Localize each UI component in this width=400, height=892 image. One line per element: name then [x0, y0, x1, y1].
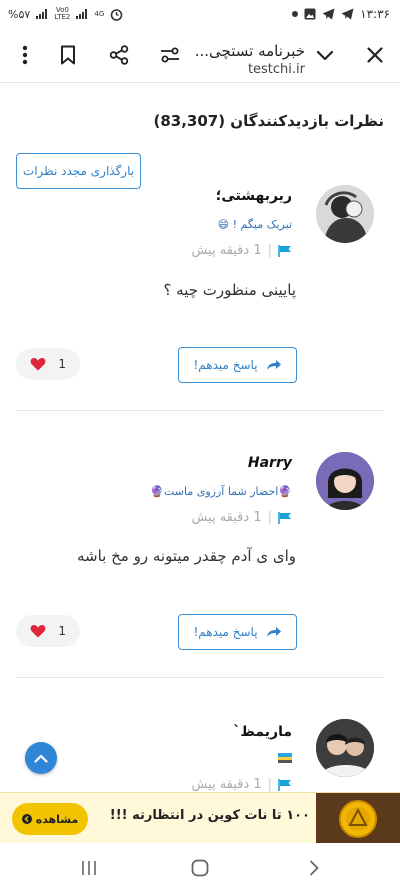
- comment-meta: | 1 دقیقه پیش: [191, 510, 292, 525]
- comment-divider: [16, 410, 384, 411]
- home-icon[interactable]: [188, 856, 212, 880]
- chevron-down-icon[interactable]: [310, 40, 340, 70]
- coin-icon: [339, 799, 377, 838]
- avatar[interactable]: [316, 452, 374, 510]
- ad-text: ۱۰۰ تا نات کوین در انتظارته !!!: [109, 808, 310, 823]
- comments-heading: نظرات بازدیدکنندگان (83,307): [153, 112, 384, 130]
- comment-meta: | 1 دقیقه پیش: [191, 777, 292, 792]
- heart-icon: [30, 625, 46, 638]
- comment-badge-flag: [278, 752, 292, 764]
- heart-icon: [30, 358, 46, 371]
- page-title-block[interactable]: خبرنامه تستچی... testchi.ir: [175, 42, 305, 77]
- reply-button[interactable]: پاسخ میدهم!: [178, 614, 297, 650]
- chevron-up-icon: [34, 754, 48, 763]
- lte-indicator: Vo0 LTE2: [54, 6, 71, 21]
- like-button[interactable]: 1: [16, 348, 80, 380]
- clock: ۱۳:۳۶: [360, 7, 390, 21]
- status-bar: %۵۷ Vo0 LTE2 4G ۱۳:۳۶: [0, 0, 400, 30]
- chevron-left-icon: [21, 814, 32, 824]
- comment-text: پایینی منظورت چیه ؟: [163, 281, 296, 299]
- gallery-icon: [304, 8, 316, 20]
- like-count: 1: [58, 357, 66, 371]
- ad-button-label: مشاهده: [35, 812, 79, 826]
- comment-author: Harry: [247, 455, 292, 471]
- menu-dots-icon[interactable]: [10, 40, 40, 70]
- comment-divider: [16, 677, 384, 678]
- telegram-icon-2: [341, 8, 354, 20]
- close-icon[interactable]: [360, 40, 390, 70]
- recent-apps-icon[interactable]: [77, 856, 101, 880]
- network-type: 4G: [94, 9, 105, 18]
- notification-dot-icon: [292, 11, 299, 17]
- page-domain: testchi.ir: [247, 62, 305, 77]
- avatar[interactable]: [316, 719, 374, 777]
- signal-icon: [36, 9, 48, 19]
- alarm-icon: [110, 8, 123, 21]
- comment-time: 1 دقیقه پیش: [191, 510, 262, 525]
- reply-arrow-icon: [266, 627, 281, 637]
- reply-label: پاسخ میدهم!: [193, 625, 258, 639]
- ad-banner[interactable]: مشاهده ۱۰۰ تا نات کوین در انتظارته !!!: [0, 792, 400, 844]
- like-count: 1: [58, 624, 66, 638]
- signal-icon-2: [76, 9, 88, 19]
- telegram-icon: [322, 8, 335, 20]
- reply-button[interactable]: پاسخ میدهم!: [178, 347, 297, 383]
- system-nav-bar: [0, 843, 400, 892]
- ad-view-button[interactable]: مشاهده: [12, 803, 88, 835]
- comment-text: وای ی آدم چقدر میتونه رو مخ باشه: [77, 547, 296, 565]
- reload-comments-button[interactable]: بارگذاری مجدد نظرات: [16, 153, 141, 189]
- comment-badge: تبریک میگم ! 😄: [217, 218, 292, 231]
- comment-meta: | 1 دقیقه پیش: [191, 243, 292, 258]
- comment-badge: 🔮احضار شما آرزوی ماست🔮: [150, 485, 292, 498]
- report-flag-icon[interactable]: [278, 511, 292, 524]
- bookmark-icon[interactable]: [53, 40, 83, 70]
- comment-author: ماریمظ`: [233, 724, 292, 740]
- report-flag-icon[interactable]: [278, 778, 292, 791]
- comment-author: ریربهشتی؛: [215, 188, 292, 204]
- like-button[interactable]: 1: [16, 615, 80, 647]
- page-content: نظرات بازدیدکنندگان (83,307) بارگذاری مج…: [0, 82, 400, 792]
- report-flag-icon[interactable]: [278, 244, 292, 257]
- comment-time: 1 دقیقه پیش: [191, 777, 262, 792]
- coin-image: [316, 793, 400, 844]
- comment-time: 1 دقیقه پیش: [191, 243, 262, 258]
- avatar[interactable]: [316, 185, 374, 243]
- flag-emoji-icon: [278, 753, 292, 763]
- page-title: خبرنامه تستچی...: [194, 42, 305, 60]
- browser-toolbar: خبرنامه تستچی... testchi.ir: [0, 30, 400, 83]
- reply-label: پاسخ میدهم!: [193, 358, 258, 372]
- back-icon[interactable]: [302, 856, 326, 880]
- scroll-to-top-button[interactable]: [25, 742, 57, 774]
- reply-arrow-icon: [266, 360, 281, 370]
- battery-level: %۵۷: [8, 7, 31, 21]
- share-icon[interactable]: [104, 40, 134, 70]
